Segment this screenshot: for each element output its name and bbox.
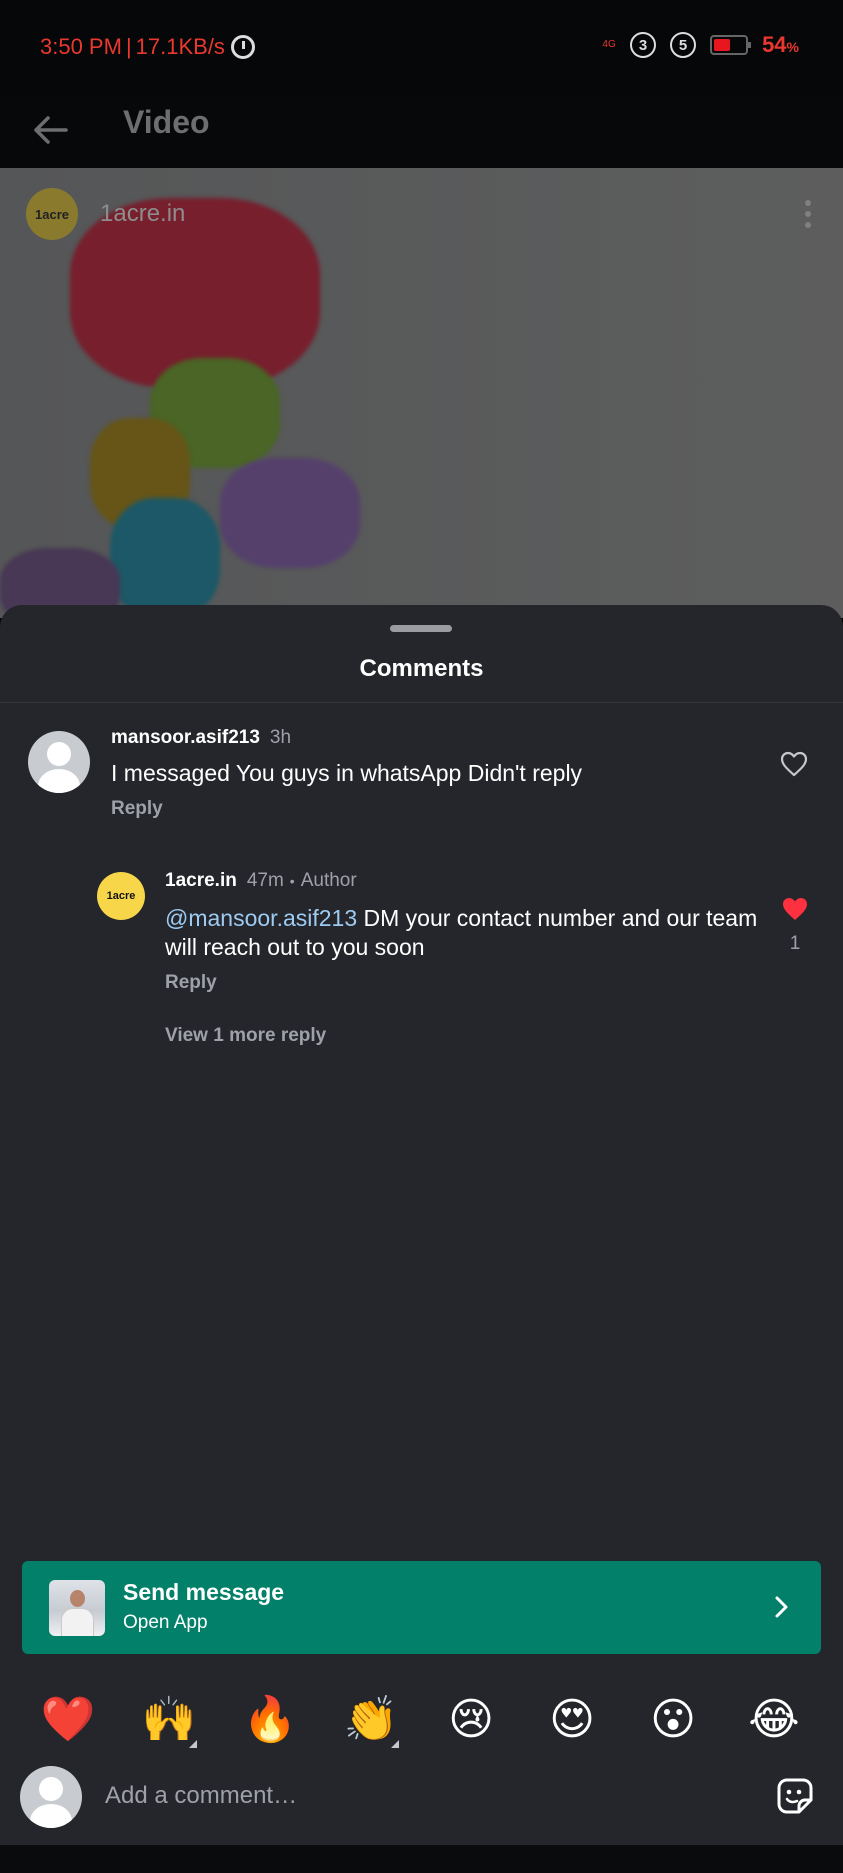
reply-avatar-wrap: 1acre (97, 872, 145, 920)
network-4g-icon: 4G (602, 39, 616, 50)
more-vertical-icon[interactable] (805, 200, 811, 228)
profile-thumbnail (49, 1580, 105, 1636)
comment-body: mansoor.asif213 3h I messaged You guys in… (111, 727, 751, 820)
comment-input[interactable] (105, 1773, 665, 1819)
status-time: 3:50 PM (40, 34, 122, 59)
like-button[interactable]: 1 (780, 896, 810, 955)
channel-row[interactable]: 1acre 1acre.in (26, 188, 185, 240)
like-button[interactable] (780, 751, 808, 782)
battery-percent: 54% (762, 32, 799, 57)
system-nav-bar (0, 1845, 843, 1873)
emoji-reaction-bar: ❤️ 🙌 🔥 👏 😢 😍 😮 😂 (0, 1690, 843, 1750)
channel-avatar[interactable]: 1acre (26, 188, 78, 240)
like-count: 1 (789, 933, 801, 954)
sheet-title: Comments (359, 655, 484, 682)
heart-outline-icon[interactable] (780, 751, 808, 777)
channel-name[interactable]: 1acre.in (100, 200, 185, 228)
page-title: Video (123, 104, 210, 140)
reply-body: 1acre.in 47m • Author @mansoor.asif213 DM y… (165, 870, 765, 994)
comment-item (28, 731, 90, 793)
chevron-right-icon (775, 1596, 788, 1618)
arrow-left-icon[interactable] (28, 108, 72, 152)
status-bar: 3:50 PM | 17.1KB/s 4G 3 5 54% (0, 0, 843, 96)
send-message-title: Send message (123, 1579, 285, 1605)
divider (0, 702, 843, 703)
emoji-heart-eyes-button[interactable]: 😍 (542, 1690, 602, 1750)
emoji-crying-button[interactable]: 😢 (441, 1690, 501, 1750)
emoji-heart-button[interactable]: ❤️ (38, 1690, 98, 1750)
comment-username[interactable]: mansoor.asif213 (111, 727, 260, 748)
status-speed: 17.1KB/s (135, 34, 225, 59)
drag-handle[interactable] (390, 625, 452, 632)
sim-badge-icon: 5 (670, 32, 697, 58)
reply-button[interactable]: Reply (165, 972, 765, 994)
emoji-raised-hands-button[interactable]: 🙌 (139, 1690, 199, 1750)
emoji-laughing-button[interactable]: 😂 (744, 1690, 804, 1750)
emoji-surprised-button[interactable]: 😮 (643, 1690, 703, 1750)
reply-text: @mansoor.asif213 DM your contact number … (165, 904, 765, 962)
reply-time: 47m (246, 870, 284, 891)
heart-filled-icon[interactable] (781, 896, 809, 922)
author-tag: Author (300, 870, 357, 891)
app-header: Video (0, 96, 843, 168)
comment-time: 3h (269, 727, 292, 748)
emoji-fire-button[interactable]: 🔥 (240, 1690, 300, 1750)
status-separator: | (125, 34, 132, 59)
comment-text: I messaged You guys in whatsApp Didn't r… (111, 760, 583, 786)
reply-username[interactable]: 1acre.in (165, 870, 237, 891)
avatar[interactable] (28, 731, 90, 793)
send-message-subtitle: Open App (123, 1612, 208, 1633)
video-player[interactable]: 1acre 1acre.in (0, 168, 843, 618)
comment-input-row (0, 1760, 843, 1832)
view-more-replies-button[interactable]: View 1 more reply (165, 1025, 326, 1047)
alarm-icon (230, 35, 255, 59)
battery-icon (710, 35, 752, 55)
sim-badge-icon: 3 (630, 32, 657, 58)
emoji-clap-button[interactable]: 👏 (341, 1690, 401, 1750)
reply-button[interactable]: Reply (111, 798, 751, 820)
avatar[interactable]: 1acre (97, 872, 145, 920)
sticker-icon[interactable] (773, 1774, 817, 1818)
send-message-button[interactable]: Send message Open App (22, 1561, 821, 1654)
status-right: 4G 3 5 54% (602, 32, 799, 58)
avatar[interactable] (20, 1766, 82, 1828)
status-left: 3:50 PM | 17.1KB/s (40, 34, 255, 60)
separator-dot: • (289, 873, 295, 889)
mention-link[interactable]: @mansoor.asif213 (165, 905, 357, 931)
